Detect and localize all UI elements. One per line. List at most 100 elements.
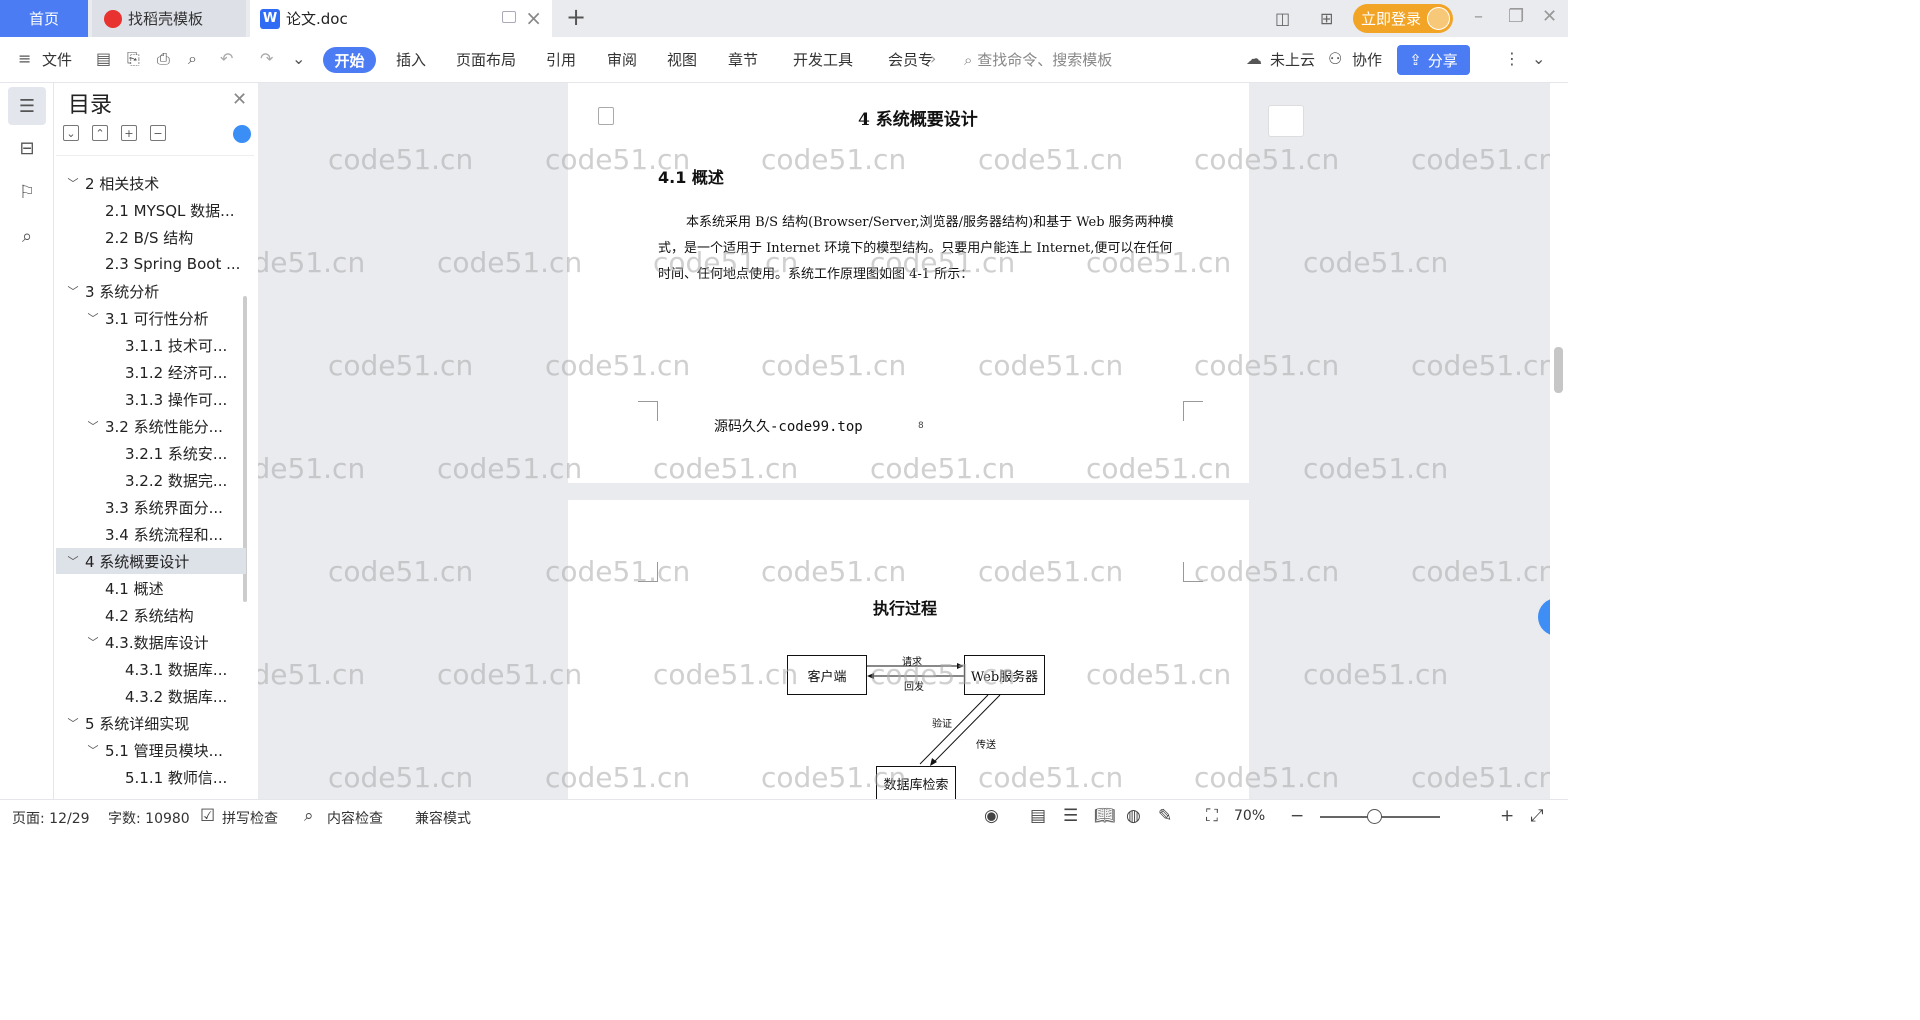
toc-item[interactable]: 5.1.1 教师信... — [56, 764, 246, 790]
menu-icon[interactable]: ≡ — [18, 49, 38, 69]
redo-icon[interactable]: ↷ — [260, 49, 280, 69]
tab-document[interactable]: W 论文.doc × — [250, 0, 552, 37]
scrollbar-thumb[interactable] — [1554, 347, 1563, 393]
zoom-level[interactable]: 70% — [1234, 808, 1265, 824]
find-icon[interactable]: ⌕ — [8, 217, 46, 255]
more-menus-icon[interactable]: › — [930, 49, 950, 69]
toc-item[interactable]: 3.2.1 系统安... — [56, 440, 246, 466]
toc-item[interactable]: ﹀ 5 系统详细实现 — [56, 710, 246, 736]
chevron-down-icon[interactable]: ﹀ — [86, 742, 100, 758]
document-page[interactable]: 执行过程 客户端 Web服务器 数据库检索 请求 回发 验证 传送 — [568, 500, 1249, 799]
vertical-scrollbar[interactable] — [1550, 83, 1568, 799]
toc-item[interactable]: ﹀ 4 系统概要设计 — [56, 548, 246, 574]
fullscreen-icon[interactable]: ⤢ — [1530, 806, 1544, 826]
toc-item[interactable]: 2.3 Spring Boot ... — [56, 251, 246, 277]
toc-item[interactable]: 3.1.2 经济可... — [56, 359, 246, 385]
toc-item[interactable]: ﹀ 2 相关技术 — [56, 170, 246, 196]
layout-icon[interactable]: ◫ — [1275, 9, 1290, 28]
eye-protection-icon[interactable]: ◉ — [984, 806, 999, 826]
menu-view[interactable]: 视图 — [667, 49, 697, 70]
collab-button[interactable]: 协作 — [1352, 49, 1382, 70]
spellcheck-button[interactable]: 拼写检查 — [222, 808, 278, 828]
toc-panel-icon[interactable]: ☰ — [8, 87, 46, 125]
toc-item[interactable]: 2.2 B/S 结构 — [56, 224, 246, 250]
toc-item[interactable]: ﹀ 3.2 系统性能分... — [56, 413, 246, 439]
document-page[interactable]: 4 系统概要设计 4.1 概述 本系统采用 B/S 结构(Browser/Ser… — [568, 83, 1249, 483]
grid-apps-icon[interactable]: ⊞ — [1320, 9, 1333, 28]
more-options-icon[interactable]: ⋮ — [1504, 49, 1524, 69]
chevron-down-icon[interactable]: ﹀ — [66, 175, 80, 191]
chevron-down-icon[interactable]: ﹀ — [86, 310, 100, 326]
expand-level-icon[interactable]: ⌃ — [92, 125, 108, 141]
menu-insert[interactable]: 插入 — [396, 49, 426, 70]
collapse-all-icon[interactable]: ⌄ — [63, 125, 79, 141]
page-view-icon[interactable]: ▤ — [1030, 806, 1046, 826]
tab-home[interactable]: 首页 — [0, 0, 88, 37]
menu-reference[interactable]: 引用 — [546, 49, 576, 70]
document-area[interactable]: 4 系统概要设计 4.1 概述 本系统采用 B/S 结构(Browser/Ser… — [258, 83, 1550, 799]
restore-icon[interactable]: ❐ — [1508, 6, 1524, 27]
expand-sidepanel-icon[interactable]: ‹ — [1538, 598, 1550, 636]
chevron-down-icon[interactable]: ﹀ — [66, 553, 80, 569]
toc-item[interactable]: ﹀ 3.1 可行性分析 — [56, 305, 246, 331]
toc-item[interactable]: 2.1 MYSQL 数据... — [56, 197, 246, 223]
menu-developer[interactable]: 开发工具 — [793, 49, 853, 70]
bookmark-icon[interactable]: ⚐ — [8, 173, 46, 211]
tab-template[interactable]: 找稻壳模板 — [92, 0, 246, 37]
word-count[interactable]: 字数: 10980 — [108, 808, 190, 828]
toc-item[interactable]: 4.3.1 数据库... — [56, 656, 246, 682]
chevron-down-icon[interactable]: ﹀ — [66, 283, 80, 299]
export-pdf-icon[interactable]: ⎘ — [127, 49, 147, 69]
toc-item[interactable]: 4.1 概述 — [56, 575, 246, 601]
collapse-ribbon-icon[interactable]: ⌄ — [1532, 49, 1552, 69]
cloud-status[interactable]: 未上云 — [1270, 49, 1315, 70]
toc-item[interactable]: ﹀ 5.1 管理员模块... — [56, 737, 246, 763]
menu-start[interactable]: 开始 — [323, 47, 376, 73]
save-icon[interactable]: ▤ — [96, 49, 116, 69]
close-tab-icon[interactable]: × — [525, 6, 542, 30]
chevron-down-icon[interactable]: ﹀ — [86, 418, 100, 434]
zoom-slider-handle[interactable] — [1367, 809, 1382, 824]
write-mode-icon[interactable]: ✎ — [1158, 806, 1172, 826]
navigation-icon[interactable]: ⊟ — [8, 129, 46, 167]
menu-page-layout[interactable]: 页面布局 — [456, 49, 516, 70]
ai-assistant-icon[interactable] — [233, 125, 251, 143]
more-dropdown-icon[interactable]: ⌄ — [292, 49, 312, 69]
page-tools-icon[interactable] — [1268, 105, 1304, 137]
zoom-out-icon[interactable]: − — [1290, 806, 1304, 826]
toc-item[interactable]: ﹀ 4.3.数据库设计 — [56, 629, 246, 655]
print-preview-icon[interactable]: ⌕ — [188, 49, 208, 69]
command-search[interactable]: ⌕ 查找命令、搜索模板 — [964, 49, 1112, 70]
toc-item[interactable]: 3.4 系统流程和... — [56, 521, 246, 547]
web-view-icon[interactable]: ◍ — [1126, 806, 1141, 826]
undo-icon[interactable]: ↶ — [220, 49, 240, 69]
minimize-icon[interactable]: – — [1474, 6, 1483, 27]
close-icon[interactable]: ✕ — [232, 89, 247, 110]
file-menu[interactable]: 文件 — [42, 49, 72, 70]
print-icon[interactable]: ⎙ — [157, 49, 177, 69]
menu-chapter[interactable]: 章节 — [728, 49, 758, 70]
fit-page-icon[interactable]: ⛶ — [1206, 806, 1218, 826]
page-indicator[interactable]: 页面: 12/29 — [12, 808, 90, 828]
chevron-down-icon[interactable]: ﹀ — [86, 634, 100, 650]
toc-item[interactable]: 3.2.2 数据完... — [56, 467, 246, 493]
content-check-button[interactable]: 内容检查 — [327, 808, 383, 828]
page-options-icon[interactable] — [598, 107, 614, 125]
close-window-icon[interactable]: ✕ — [1542, 6, 1557, 27]
new-tab-button[interactable]: + — [566, 3, 586, 31]
screen-icon[interactable] — [502, 11, 516, 23]
toc-item[interactable]: ﹀ 3 系统分析 — [56, 278, 246, 304]
toc-item[interactable]: 3.1.1 技术可... — [56, 332, 246, 358]
outline-view-icon[interactable]: ☰ — [1063, 806, 1078, 826]
remove-heading-icon[interactable]: − — [150, 125, 166, 141]
toc-item[interactable]: 3.3 系统界面分... — [56, 494, 246, 520]
share-button[interactable]: ⇪ 分享 — [1397, 45, 1470, 75]
zoom-in-icon[interactable]: + — [1500, 806, 1514, 826]
add-heading-icon[interactable]: + — [121, 125, 137, 141]
chevron-down-icon[interactable]: ﹀ — [66, 715, 80, 731]
menu-review[interactable]: 审阅 — [607, 49, 637, 70]
reading-mode-icon[interactable]: 📖︎ — [1094, 806, 1116, 826]
toc-item[interactable]: 4.3.2 数据库... — [56, 683, 246, 709]
toc-item[interactable]: 4.2 系统结构 — [56, 602, 246, 628]
toc-item[interactable]: 3.1.3 操作可... — [56, 386, 246, 412]
